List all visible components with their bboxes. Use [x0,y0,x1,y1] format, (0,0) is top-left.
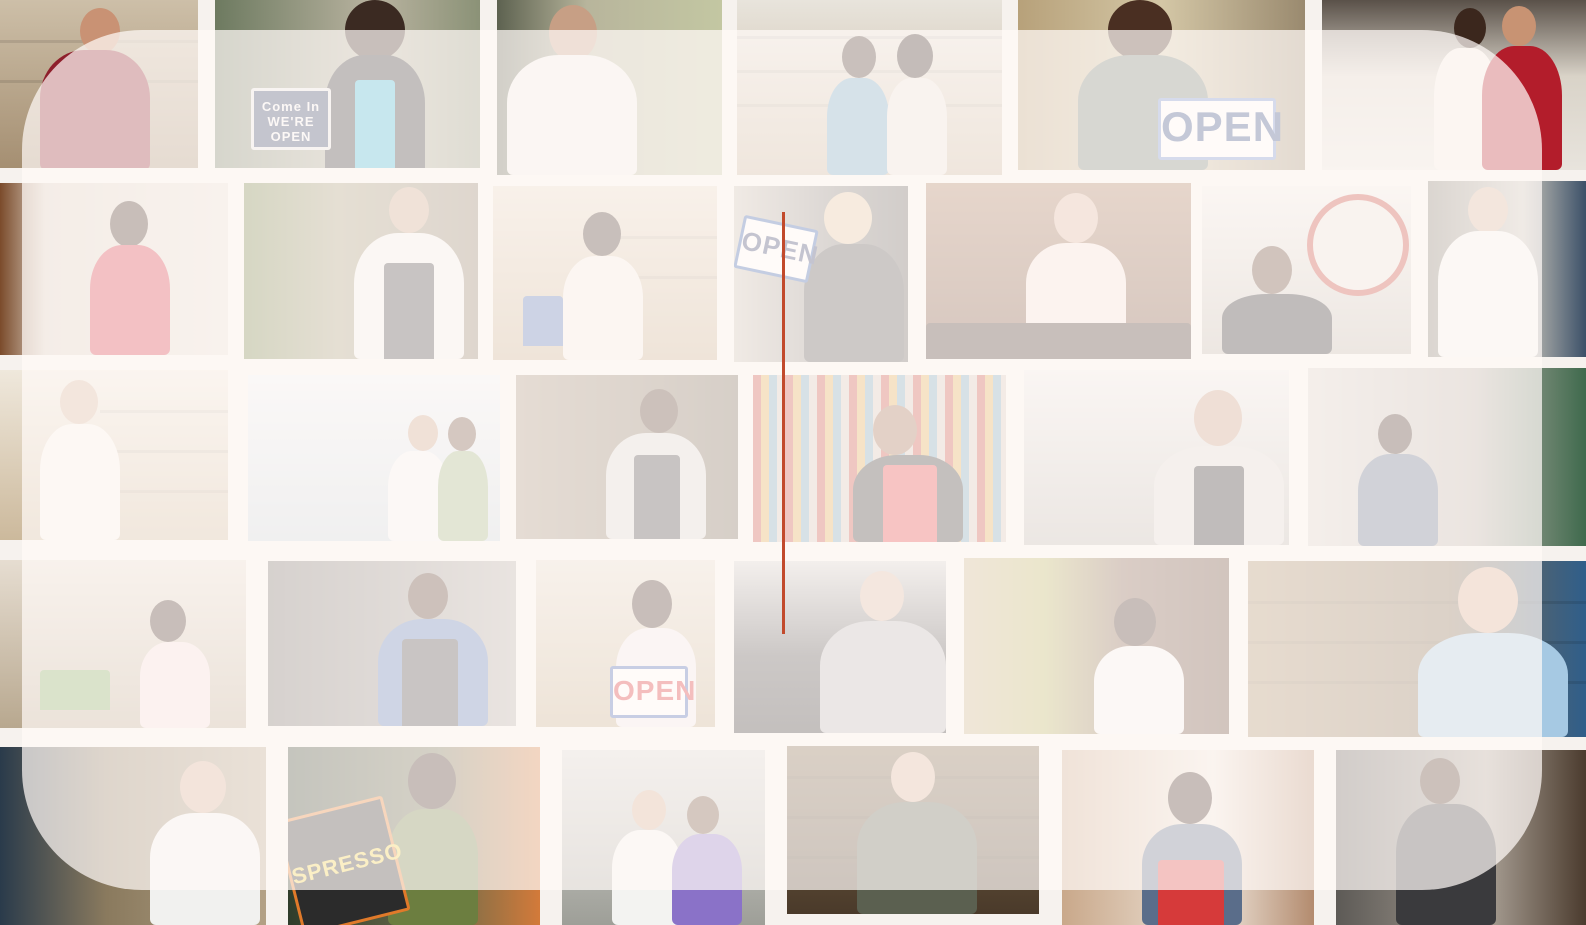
open-sign: OPEN [610,666,695,718]
photo-tile [493,186,717,360]
photo-tile [964,558,1229,734]
photo-tile [1428,181,1586,357]
photo-tile [1202,186,1411,354]
photo-tile [0,183,228,355]
photo-tile [244,183,478,359]
photo-tile [562,750,765,925]
photo-tile [753,375,1006,542]
photo-collage: Come In WE'RE OPEN OPEN OPEN OPEN SPRESS… [0,0,1586,925]
photo-tile [248,375,500,541]
photo-tile: SPRESSO [288,747,540,925]
photo-tile [787,746,1039,914]
photo-tile [1322,0,1586,170]
photo-tile [734,561,946,733]
photo-tile [1024,370,1289,545]
photo-tile: Come In WE'RE OPEN [215,0,480,168]
text-cursor-caret [782,212,785,634]
open-sign: OPEN [1158,98,1283,160]
photo-tile: OPEN [734,186,908,362]
photo-tile [268,561,516,726]
photo-tile: OPEN [1018,0,1305,170]
photo-tile [0,370,228,540]
photo-tile [0,560,246,728]
photo-tile [1308,368,1586,546]
photo-tile [0,0,198,168]
photo-tile [1248,561,1586,737]
open-sign: Come In WE'RE OPEN [251,88,331,150]
photo-tile [1336,750,1586,925]
photo-tile [926,183,1191,359]
photo-tile [737,0,1002,175]
photo-tile [516,375,738,539]
photo-tile: OPEN [536,560,715,727]
photo-tile [497,0,722,175]
photo-tile [0,747,266,925]
photo-tile [1062,750,1314,925]
